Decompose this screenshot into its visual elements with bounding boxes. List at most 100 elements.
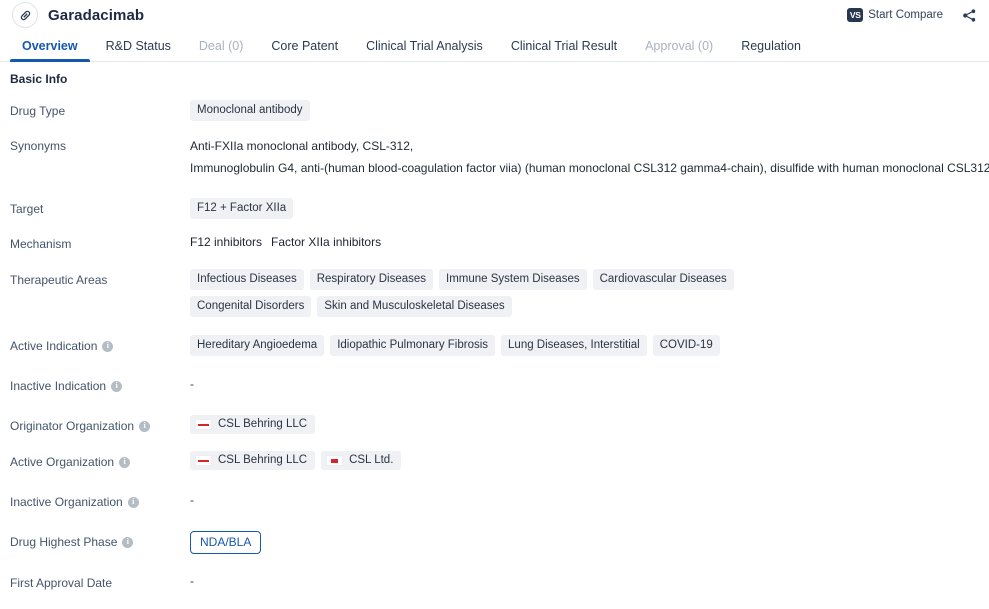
synonyms-line-1: Anti-FXIIa monoclonal antibody, CSL-312, [190, 139, 414, 153]
row-originator-organization: Originator Organization i CSL Behring LL… [0, 415, 989, 434]
label-active-indication: Active Indication i [10, 335, 190, 354]
basic-info-rows: Drug Type Monoclonal antibody Synonyms A… [0, 100, 989, 591]
tag-therapeutic-area[interactable]: Immune System Diseases [439, 269, 587, 290]
tag-therapeutic-area[interactable]: Respiratory Diseases [309, 269, 434, 290]
organization-name: CSL Behring LLC [218, 418, 308, 430]
tab-approval[interactable]: Approval (0) [631, 30, 727, 61]
value-therapeutic-areas: Infectious Diseases Respiratory Diseases… [190, 269, 989, 317]
row-therapeutic-areas: Therapeutic Areas Infectious Diseases Re… [0, 269, 989, 317]
row-mechanism: Mechanism F12 inhibitors Factor XIIa inhi… [0, 233, 989, 252]
label-originator-organization-text: Originator Organization [10, 419, 135, 433]
row-drug-highest-phase: Drug Highest Phase i NDA/BLA [0, 531, 989, 554]
label-active-organization-text: Active Organization [10, 455, 115, 469]
info-icon[interactable]: i [122, 536, 134, 548]
row-active-indication: Active Indication i Hereditary Angioedem… [0, 335, 989, 356]
label-drug-highest-phase: Drug Highest Phase i [10, 531, 190, 550]
tab-clinical-trial-analysis[interactable]: Clinical Trial Analysis [352, 30, 497, 61]
label-active-indication-text: Active Indication [10, 339, 98, 353]
tab-clinical-trial-result[interactable]: Clinical Trial Result [497, 30, 631, 61]
value-target: F12 + Factor XIIa [190, 198, 989, 219]
label-inactive-organization: Inactive Organization i [10, 491, 190, 510]
tab-rd-status[interactable]: R&D Status [92, 30, 185, 61]
start-compare-button[interactable]: VS Start Compare [847, 8, 943, 22]
label-inactive-indication-text: Inactive Indication [10, 379, 107, 393]
value-synonyms: Anti-FXIIa monoclonal antibody, CSL-312,… [190, 135, 989, 179]
info-icon[interactable]: i [102, 340, 114, 352]
label-inactive-organization-text: Inactive Organization [10, 495, 123, 509]
row-first-approval-date: First Approval Date - [0, 572, 989, 591]
tag-organization[interactable]: CSL Behring LLC [190, 451, 316, 470]
synonyms-line-2: Immunoglobulin G4, anti-(human blood-coa… [190, 161, 989, 175]
overview-panel: Basic Info Drug Type Monoclonal antibody… [0, 62, 989, 609]
share-network-icon[interactable] [959, 5, 979, 25]
tag-active-indication[interactable]: Idiopathic Pulmonary Fibrosis [330, 335, 496, 356]
value-inactive-organization: - [190, 493, 194, 507]
mechanism-item-1: F12 inhibitors [190, 235, 263, 249]
row-drug-type: Drug Type Monoclonal antibody [0, 100, 989, 121]
label-inactive-indication: Inactive Indication i [10, 375, 190, 394]
tag-therapeutic-area[interactable]: Cardiovascular Diseases [592, 269, 734, 290]
tag-active-indication[interactable]: Lung Diseases, Interstitial [501, 335, 647, 356]
info-icon[interactable]: i [127, 496, 139, 508]
label-target-text: Target [10, 202, 44, 216]
tag-drug-type[interactable]: Monoclonal antibody [190, 100, 310, 121]
tag-organization[interactable]: CSL Ltd. [321, 451, 402, 470]
tag-organization[interactable]: CSL Behring LLC [190, 415, 316, 434]
csl-behring-logo-icon [195, 419, 212, 430]
value-first-approval-date: - [190, 574, 194, 588]
tag-active-indication[interactable]: Hereditary Angioedema [190, 335, 325, 356]
value-mechanism: F12 inhibitors Factor XIIa inhibitors [190, 233, 989, 251]
mechanism-item-2: Factor XIIa inhibitors [271, 235, 382, 249]
label-target: Target [10, 198, 190, 217]
label-synonyms: Synonyms [10, 135, 190, 154]
organization-name: CSL Behring LLC [218, 454, 308, 466]
tab-deal[interactable]: Deal (0) [185, 30, 257, 61]
value-active-organization: CSL Behring LLC CSL Ltd. [190, 451, 989, 470]
tag-active-indication[interactable]: COVID-19 [652, 335, 720, 356]
tab-overview[interactable]: Overview [8, 30, 92, 62]
tag-therapeutic-area[interactable]: Skin and Musculoskeletal Diseases [317, 296, 512, 317]
label-originator-organization: Originator Organization i [10, 415, 190, 434]
label-therapeutic-areas-text: Therapeutic Areas [10, 273, 108, 287]
tag-target[interactable]: F12 + Factor XIIa [190, 198, 294, 219]
label-first-approval-date-text: First Approval Date [10, 576, 113, 590]
info-icon[interactable]: i [139, 420, 151, 432]
tag-therapeutic-area[interactable]: Congenital Disorders [190, 296, 312, 317]
row-target: Target F12 + Factor XIIa [0, 198, 989, 219]
value-active-indication: Hereditary Angioedema Idiopathic Pulmona… [190, 335, 989, 356]
status-badge-phase[interactable]: NDA/BLA [190, 531, 262, 554]
label-therapeutic-areas: Therapeutic Areas [10, 269, 190, 288]
label-synonyms-text: Synonyms [10, 139, 67, 153]
value-drug-type: Monoclonal antibody [190, 100, 989, 121]
row-synonyms: Synonyms Anti-FXIIa monoclonal antibody,… [0, 135, 989, 179]
label-drug-highest-phase-text: Drug Highest Phase [10, 535, 118, 549]
main-tabbar: Overview R&D Status Deal (0) Core Patent… [0, 30, 989, 62]
csl-ltd-logo-icon [326, 455, 344, 466]
row-inactive-indication: Inactive Indication i - [0, 375, 989, 394]
label-drug-type: Drug Type [10, 100, 190, 119]
value-originator-organization: CSL Behring LLC [190, 415, 989, 434]
tab-core-patent[interactable]: Core Patent [257, 30, 352, 61]
tag-therapeutic-area[interactable]: Infectious Diseases [190, 269, 304, 290]
vs-icon: VS [847, 8, 864, 22]
header-actions: VS Start Compare [847, 0, 979, 30]
value-drug-highest-phase: NDA/BLA [190, 531, 989, 554]
section-title-basic-info: Basic Info [10, 72, 68, 86]
label-drug-type-text: Drug Type [10, 104, 66, 118]
page-title: Garadacimab [48, 6, 145, 24]
label-mechanism-text: Mechanism [10, 237, 72, 251]
organization-name: CSL Ltd. [349, 454, 394, 466]
label-active-organization: Active Organization i [10, 451, 190, 470]
row-active-organization: Active Organization i CSL Behring LLC CS… [0, 451, 989, 470]
label-first-approval-date: First Approval Date [10, 572, 190, 591]
info-icon[interactable]: i [111, 380, 123, 392]
value-inactive-indication: - [190, 377, 194, 391]
capsule-icon [12, 2, 38, 28]
drug-identity: Garadacimab [12, 2, 144, 28]
start-compare-label: Start Compare [868, 9, 943, 21]
csl-behring-logo-icon [195, 455, 212, 466]
row-inactive-organization: Inactive Organization i - [0, 491, 989, 510]
info-icon[interactable]: i [119, 456, 131, 468]
tab-regulation[interactable]: Regulation [727, 30, 815, 61]
label-mechanism: Mechanism [10, 233, 190, 252]
